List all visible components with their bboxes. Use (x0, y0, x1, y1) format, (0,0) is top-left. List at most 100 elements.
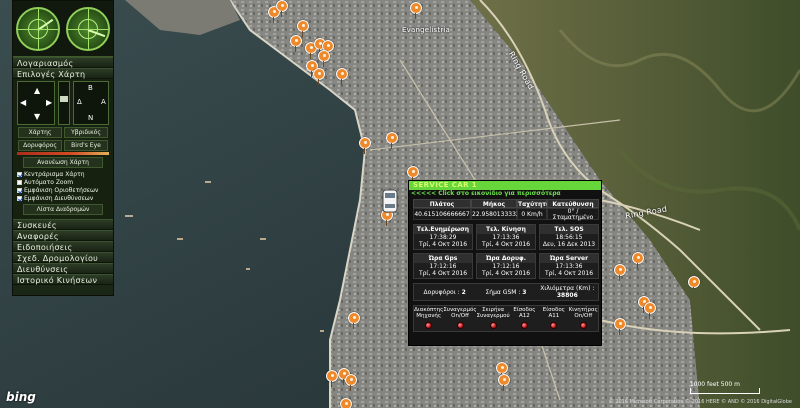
location-pin-icon[interactable] (340, 398, 352, 408)
vehicle-marker-icon[interactable] (380, 188, 400, 214)
checkbox[interactable] (17, 171, 22, 177)
menu-map-options[interactable]: Επιλογές Χάρτη (13, 68, 113, 79)
option-show-addresses[interactable]: Εμφάνιση Διευθύνσεων (17, 194, 109, 202)
zoom-thumb[interactable] (60, 96, 68, 102)
compass-east[interactable]: Α (101, 98, 106, 106)
map-type-hybrid-button[interactable]: Υβριδικός (64, 127, 108, 138)
location-pin-icon[interactable] (345, 374, 357, 391)
io-indicator (414, 320, 443, 331)
stat-title: Τελ. SOS (540, 225, 598, 234)
location-pin-icon[interactable] (336, 68, 348, 85)
stat-time: 17:13:36 (555, 263, 583, 270)
compass-west[interactable]: Δ (77, 98, 82, 106)
location-pin-icon[interactable] (313, 68, 325, 85)
map-copyright: © 2016 Microsoft Corporation © 2016 HERE… (608, 399, 792, 405)
location-pin-icon[interactable] (688, 276, 700, 293)
option-show-geofences[interactable]: Εμφάνιση Οριοθετήσεων (17, 186, 109, 194)
map-type-birdseye-button[interactable]: Bird's Eye (64, 140, 108, 151)
location-pin-icon[interactable] (318, 50, 330, 67)
io-indicator (477, 320, 510, 331)
col-latitude: Πλάτος (413, 199, 471, 208)
scale-bar (690, 388, 760, 394)
pan-left-icon[interactable]: ◀ (20, 98, 26, 107)
gsm-stat: Σήμα GSM : 3 (475, 289, 536, 296)
location-pin-icon[interactable] (290, 35, 302, 52)
location-pin-icon[interactable] (498, 374, 510, 391)
map-type-row-2: Δορυφόρος Bird's Eye (17, 140, 109, 151)
location-pin-icon[interactable] (644, 302, 656, 319)
position-value-row: 40.615106666667 22.958013333333 0 Km/h 0… (413, 208, 599, 221)
menu-devices[interactable]: Συσκευές (13, 219, 113, 230)
map-type-satellite-button[interactable]: Δορυφόρος (18, 140, 62, 151)
io-label-line: On/Off (451, 313, 469, 319)
checkbox[interactable] (17, 195, 22, 201)
radar-gauges (13, 1, 113, 57)
io-label-line: A11 (548, 313, 560, 319)
map-type-road-button[interactable]: Χάρτης (18, 127, 62, 138)
stat-server-time: Ώρα Server 17:13:36 Τρί, 4 Οκτ 2016 (539, 253, 599, 279)
pan-right-icon[interactable]: ▶ (46, 98, 52, 107)
popup-title[interactable]: SERVICE CAR 1 (409, 181, 601, 190)
stat-satellite-time: Ώρα Δορυφ. 17:12:16 Τρί, 4 Οκτ 2016 (476, 253, 536, 279)
io-label-line: Συναγερμού (476, 313, 510, 319)
location-pin-icon[interactable] (614, 264, 626, 281)
location-pin-icon[interactable] (359, 137, 371, 154)
menu-addresses[interactable]: Διευθύνσεις (13, 263, 113, 274)
io-label: Κινητήρας On/Off (569, 306, 598, 320)
location-pin-icon[interactable] (326, 370, 338, 387)
checkbox[interactable] (17, 179, 22, 185)
pan-down-icon[interactable]: ▼ (34, 112, 40, 121)
scale-label: 1000 feet 500 m (689, 381, 740, 388)
refresh-progress-bar (17, 152, 109, 155)
compass[interactable]: Β Δ Α Ν (73, 81, 109, 125)
pan-up-icon[interactable]: ▲ (34, 86, 40, 95)
option-center-map[interactable]: Κεντράρισμα Χάρτη (17, 170, 109, 178)
option-auto-zoom[interactable]: Αυτόματο Zoom (17, 178, 109, 186)
location-pin-icon[interactable] (276, 0, 288, 17)
io-label: Συναγερμός On/Off (443, 306, 476, 320)
stat-time: 17:38:29 (429, 234, 457, 241)
io-label-line: Μηχανής (416, 313, 442, 319)
location-pin-icon[interactable] (410, 2, 422, 19)
option-label: Εμφάνιση Διευθύνσεων (24, 194, 94, 202)
io-indicator (569, 320, 598, 331)
location-pin-icon[interactable] (632, 252, 644, 269)
stat-date: Τρί, 4 Οκτ 2016 (418, 241, 468, 248)
stat-date: Τρί, 4 Οκτ 2016 (544, 270, 594, 277)
stat-last-sos: Τελ. SOS 18:56:15 Δευ, 16 Δεκ 2013 (539, 224, 599, 250)
zoom-slider[interactable] (58, 81, 70, 125)
latitude-value: 40.615106666667 (413, 208, 471, 220)
stat-date: Τρί, 4 Οκτ 2016 (481, 270, 531, 277)
stat-last-movement: Τελ. Κίνηση 17:13:36 Τρί, 4 Οκτ 2016 (476, 224, 536, 250)
compass-north[interactable]: Β (88, 84, 93, 92)
menu-reports[interactable]: Αναφορές (13, 230, 113, 241)
satellites-label: Δορυφόροι : (423, 288, 460, 296)
menu-movement-history[interactable]: Ιστορικό Κινήσεων (13, 274, 113, 285)
refresh-map-button[interactable]: Ανανέωση Χάρτη (23, 157, 103, 168)
map-view[interactable]: Ring Road Ring Road Evangelistria 1000 f… (0, 0, 800, 408)
km-label: Χιλιόμετρα (Km) : (540, 285, 595, 292)
position-header-row: Πλάτος Μήκος Ταχύτητα Κατεύθυνση (413, 199, 599, 208)
checkbox[interactable] (17, 187, 22, 193)
status-led-icon (425, 322, 433, 329)
io-status-grid: Διακόπτης Μηχανής Συναγερμός On/Off Σειρήν… (413, 305, 599, 332)
location-pin-icon[interactable] (614, 318, 626, 335)
location-pin-icon[interactable] (407, 166, 419, 183)
menu-route-planning[interactable]: Σχεδ. Δρομολογίου (13, 252, 113, 263)
menu-account[interactable]: Λογαριασμός (13, 57, 113, 68)
satellites-stat: Δορυφόροι : 2 (414, 289, 475, 296)
location-pin-icon[interactable] (386, 132, 398, 149)
menu-notifications[interactable]: Ειδοποιήσεις (13, 241, 113, 252)
location-pin-icon[interactable] (348, 312, 360, 329)
gsm-value: 3 (522, 288, 527, 296)
pan-control[interactable]: ▲ ◀ ▶ ▼ (17, 81, 55, 125)
timestamps-grid: Τελ.Ενημέρωση 17:38:29 Τρί, 4 Οκτ 2016 Τελ… (413, 224, 599, 279)
compass-south[interactable]: Ν (88, 114, 93, 122)
stat-time: 17:12:16 (492, 263, 520, 270)
district-label: Evangelistria (402, 26, 451, 34)
route-list-button[interactable]: Λίστα Διαδρομών (23, 204, 103, 215)
stat-date: Τρί, 4 Οκτ 2016 (418, 270, 468, 277)
bing-logo: bing (6, 390, 36, 404)
status-led-icon (489, 322, 497, 329)
location-pin-icon[interactable] (297, 20, 309, 37)
